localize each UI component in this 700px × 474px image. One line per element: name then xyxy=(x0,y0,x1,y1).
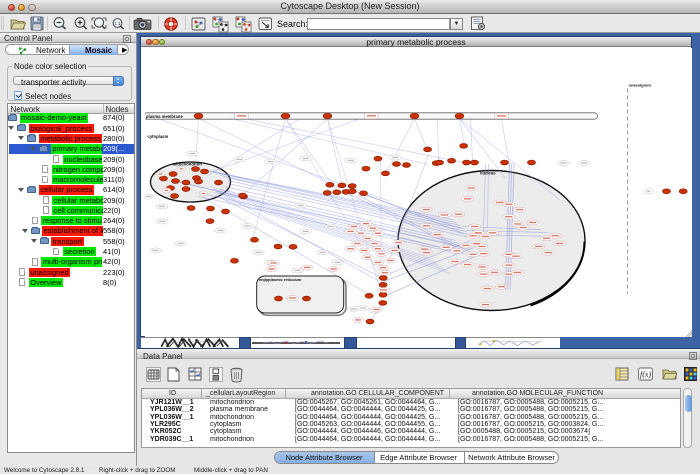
svg-text:endoplasmic reticulum: endoplasmic reticulum xyxy=(259,277,302,282)
svg-text:f(x): f(x) xyxy=(640,370,651,379)
svg-text:plasma membrane: plasma membrane xyxy=(146,114,183,119)
svg-text:cytoplasm: cytoplasm xyxy=(147,134,168,139)
svg-text:nucleus: nucleus xyxy=(480,170,496,175)
svg-text:1:1: 1:1 xyxy=(114,21,121,26)
svg-text:mitochondrion: mitochondrion xyxy=(172,161,202,166)
svg-text:unassigned: unassigned xyxy=(628,82,651,87)
